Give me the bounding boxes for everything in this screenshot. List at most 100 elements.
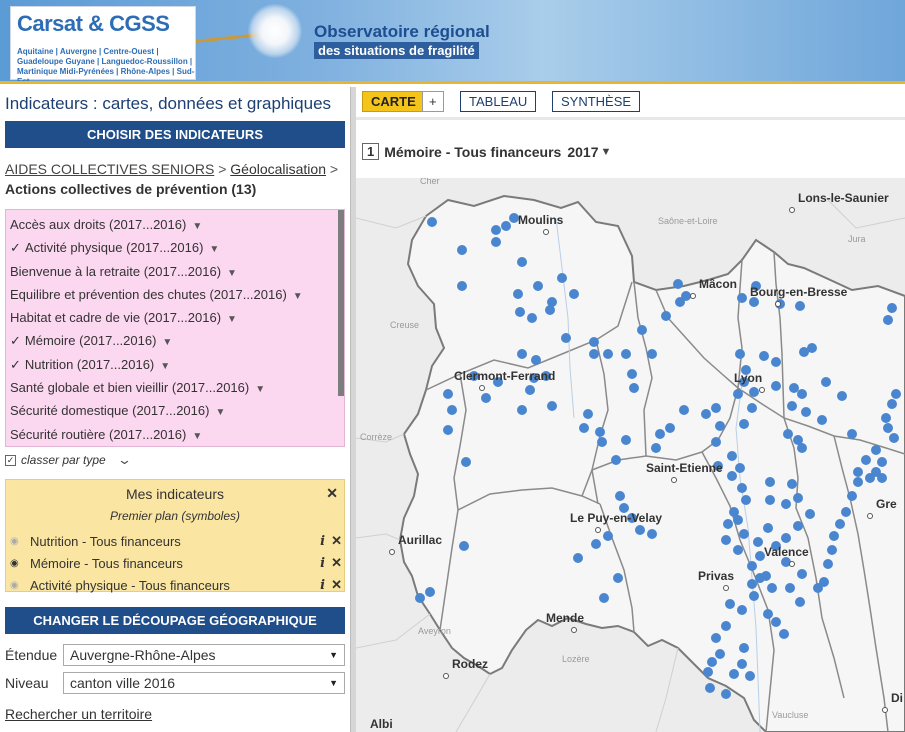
indicator-point[interactable] [723,519,733,529]
dropdown-arrow-icon[interactable]: ▼ [227,314,237,325]
indicator-point[interactable] [887,399,897,409]
indicator-point[interactable] [415,593,425,603]
indicator-point[interactable] [569,289,579,299]
indicator-point[interactable] [525,385,535,395]
indicator-point[interactable] [701,409,711,419]
chevron-down-icon[interactable]: ⌄ [117,452,132,468]
indicator-item[interactable]: Santé globale et bien vieillir (2017...2… [6,376,344,399]
indicator-point[interactable] [741,495,751,505]
indicator-point[interactable] [745,671,755,681]
map-title[interactable]: 1 Mémoire - Tous financeurs 2017 ▼ [362,143,611,160]
indicator-point[interactable] [457,281,467,291]
indicator-point[interactable] [801,407,811,417]
choose-indicators-bar[interactable]: CHOISIR DES INDICATEURS [5,121,345,148]
classer-par-type[interactable]: ✓ classer par type ⌄ [5,452,132,468]
indicator-point[interactable] [531,355,541,365]
indicator-item[interactable]: ✓ Nutrition (2017...2016) ▼ [6,353,344,376]
indicator-point[interactable] [611,455,621,465]
indicator-point[interactable] [793,493,803,503]
add-map-button[interactable]: + [422,91,444,112]
indicator-point[interactable] [443,425,453,435]
indicator-point[interactable] [711,633,721,643]
indicator-point[interactable] [655,429,665,439]
indicator-point[interactable] [705,683,715,693]
indicator-point[interactable] [749,591,759,601]
indicator-point[interactable] [591,539,601,549]
indicator-point[interactable] [881,413,891,423]
indicator-point[interactable] [795,597,805,607]
indicator-point[interactable] [615,491,625,501]
indicator-point[interactable] [729,669,739,679]
indicator-point[interactable] [889,433,899,443]
indicator-point[interactable] [747,579,757,589]
indicator-point[interactable] [711,403,721,413]
indicator-point[interactable] [727,471,737,481]
indicator-point[interactable] [491,225,501,235]
year-dropdown-icon[interactable]: ▼ [601,146,612,158]
indicator-point[interactable] [721,621,731,631]
mes-indicateur-row[interactable]: ◉ Activité physique - Tous financeurs i ✕ [10,574,342,596]
etendue-select[interactable]: Auvergne-Rhône-Alpes ▼ [63,644,345,666]
indicator-point[interactable] [589,337,599,347]
dropdown-arrow-icon[interactable]: ▼ [160,361,170,372]
indicator-point[interactable] [841,507,851,517]
indicator-point[interactable] [545,305,555,315]
indicator-point[interactable] [703,667,713,677]
indicator-point[interactable] [579,423,589,433]
indicator-point[interactable] [603,349,613,359]
indicator-point[interactable] [735,349,745,359]
indicator-point[interactable] [821,377,831,387]
indicator-point[interactable] [629,383,639,393]
indicator-point[interactable] [735,463,745,473]
indicator-point[interactable] [771,617,781,627]
eye-icon[interactable]: ◉ [10,558,24,569]
remove-icon[interactable]: ✕ [331,555,342,571]
info-icon[interactable]: i [320,534,325,549]
indicator-point[interactable] [739,419,749,429]
indicator-point[interactable] [767,583,777,593]
indicator-point[interactable] [835,519,845,529]
indicator-point[interactable] [517,257,527,267]
indicator-point[interactable] [737,483,747,493]
indicator-item[interactable]: ✓ Mémoire (2017...2016) ▼ [6,329,344,352]
indicator-point[interactable] [753,537,763,547]
indicator-point[interactable] [733,515,743,525]
indicator-point[interactable] [763,609,773,619]
indicator-point[interactable] [827,545,837,555]
indicator-point[interactable] [737,293,747,303]
indicator-point[interactable] [665,423,675,433]
tab-synthese[interactable]: SYNTHÈSE [552,91,641,112]
indicator-point[interactable] [823,559,833,569]
indicator-point[interactable] [837,391,847,401]
indicator-point[interactable] [737,605,747,615]
indicator-item[interactable]: Sécurité domestique (2017...2016) ▼ [6,399,344,422]
indicator-point[interactable] [635,525,645,535]
breadcrumb-root-link[interactable]: AIDES COLLECTIVES SENIORS [5,161,214,177]
indicator-point[interactable] [877,473,887,483]
indicator-point[interactable] [853,467,863,477]
indicator-point[interactable] [515,307,525,317]
indicator-point[interactable] [673,279,683,289]
indicator-point[interactable] [597,437,607,447]
indicator-point[interactable] [865,473,875,483]
indicator-point[interactable] [679,405,689,415]
search-territory-link[interactable]: Rechercher un territoire [5,706,152,722]
indicator-point[interactable] [789,383,799,393]
indicator-point[interactable] [771,381,781,391]
indicator-point[interactable] [447,405,457,415]
indicator-point[interactable] [783,429,793,439]
indicator-point[interactable] [887,303,897,313]
indicator-point[interactable] [781,499,791,509]
indicator-point[interactable] [759,351,769,361]
indicator-item[interactable]: Sécurité routière (2017...2016) ▼ [6,423,344,446]
indicator-point[interactable] [747,403,757,413]
indicator-point[interactable] [557,273,567,283]
indicator-point[interactable] [805,509,815,519]
indicator-item[interactable]: Equilibre et prévention des chutes (2017… [6,283,344,306]
indicator-point[interactable] [427,217,437,227]
remove-icon[interactable]: ✕ [331,533,342,549]
indicator-point[interactable] [533,281,543,291]
indicator-list-scrollbar[interactable] [338,210,344,396]
indicator-point[interactable] [707,657,717,667]
indicator-point[interactable] [517,405,527,415]
